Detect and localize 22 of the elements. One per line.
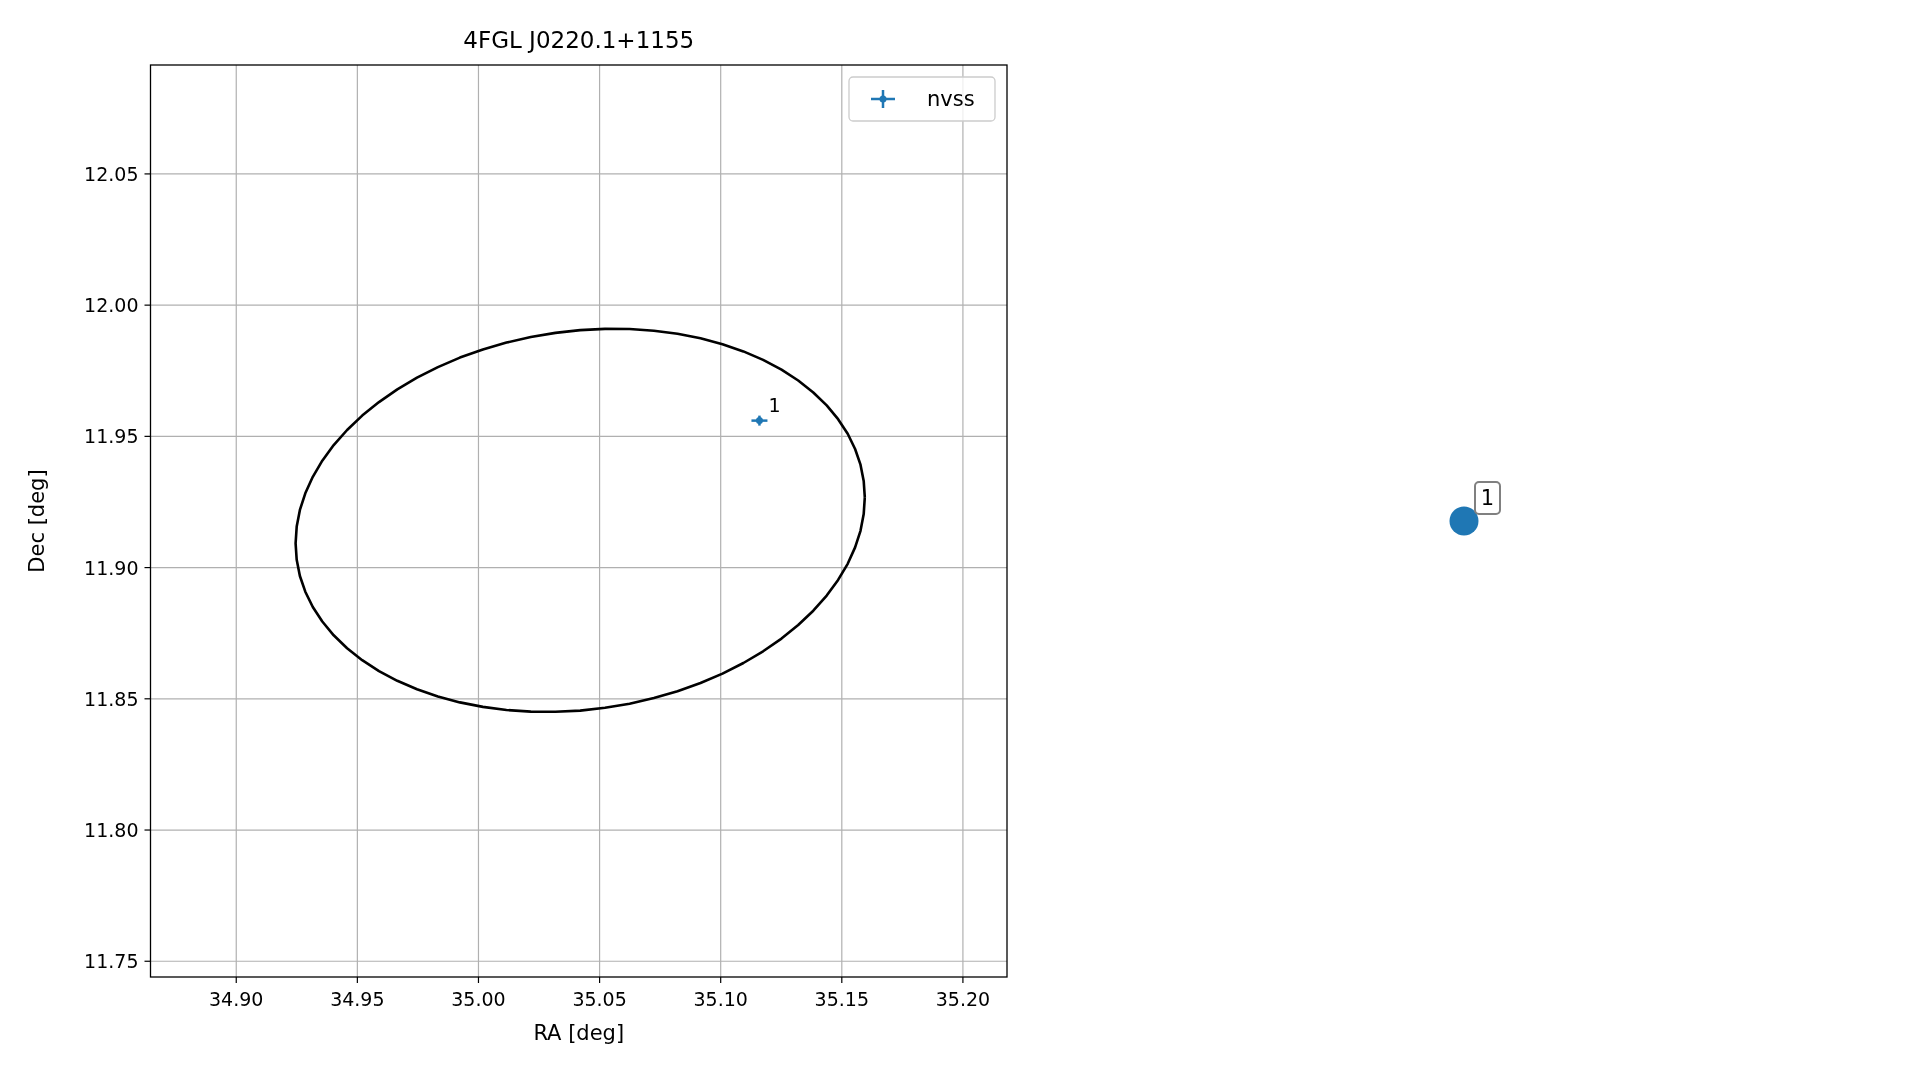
y-axis-label: Dec [deg] — [25, 469, 49, 573]
x-tick-label: 35.15 — [814, 988, 869, 1010]
marker-label: 1 — [1480, 486, 1495, 510]
chart-title: 4FGL J0220.1+1155 — [463, 27, 695, 53]
x-tick-label: 34.95 — [330, 988, 385, 1010]
marker-label-box — [1474, 481, 1501, 515]
point-label: 1 — [768, 393, 781, 416]
x-tick-label: 35.00 — [451, 988, 506, 1010]
y-tick-label: 11.95 — [84, 425, 139, 448]
legend-marker-icon — [871, 90, 895, 108]
x-tick-label: 35.05 — [572, 988, 627, 1010]
x-tick-label: 35.10 — [693, 988, 748, 1010]
y-tick-label: 11.75 — [84, 950, 139, 973]
x-tick-label: 35.20 — [935, 988, 991, 1010]
y-tick-label: 12.05 — [84, 162, 139, 185]
y-tick-label: 11.90 — [84, 556, 139, 579]
y-tick-label: 11.80 — [84, 819, 139, 842]
y-tick-label: 12.00 — [84, 294, 139, 317]
y-tick-label: 11.85 — [84, 687, 139, 710]
legend-label: nvss — [927, 87, 975, 111]
x-tick-label: 34.90 — [209, 988, 264, 1010]
x-axis-label: RA [deg] — [533, 1021, 625, 1045]
